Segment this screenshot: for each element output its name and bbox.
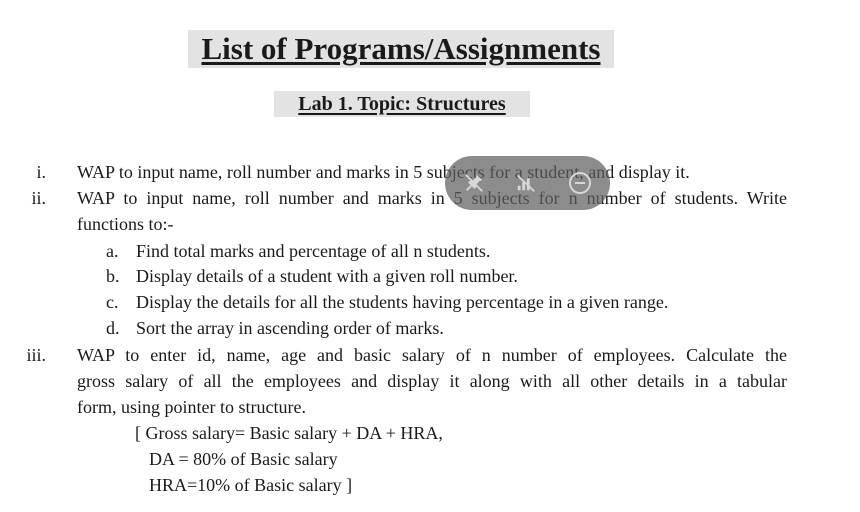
subitem-letter: a. [106,241,119,261]
subitem-text: Display details of a student with a give… [136,266,518,286]
formula-line: [ Gross salary= Basic salary + DA + HRA, [135,423,443,443]
subitem-text: Display the details for all the students… [136,292,669,312]
item-text-line: gross salary of all the employees and di… [77,371,787,391]
subitem-text: Sort the array in ascending order of mar… [136,318,444,338]
lab-topic-heading: Lab 1. Topic: Structures [298,93,506,115]
pin-icon[interactable] [461,170,487,196]
document-page: List of Programs/Assignments Lab 1. Topi… [0,0,860,512]
item-text-line: WAP to enter id, name, age and basic sal… [77,345,787,365]
formula-line: DA = 80% of Basic salary [149,449,338,469]
floating-control-overlay[interactable] [445,156,610,210]
subitem-text: Find total marks and percentage of all n… [136,241,491,261]
item-numeral: ii. [31,188,46,208]
item-numeral: i. [36,162,46,182]
item-numeral: iii. [26,345,46,365]
subitem-letter: d. [106,318,120,338]
title-highlight: List of Programs/Assignments [188,30,614,68]
item-text-line: functions to:- [77,214,174,234]
subitem-letter: c. [106,292,119,312]
subitem-letter: b. [106,266,120,286]
item-text-line: WAP to input name, roll number and marks… [77,188,787,208]
close-circle-icon[interactable] [567,170,593,196]
signal-off-icon[interactable] [513,170,539,196]
page-title: List of Programs/Assignments [201,31,601,66]
item-text-line: form, using pointer to structure. [77,397,306,417]
subtitle-highlight: Lab 1. Topic: Structures [274,91,530,117]
formula-line: HRA=10% of Basic salary ] [149,475,353,495]
